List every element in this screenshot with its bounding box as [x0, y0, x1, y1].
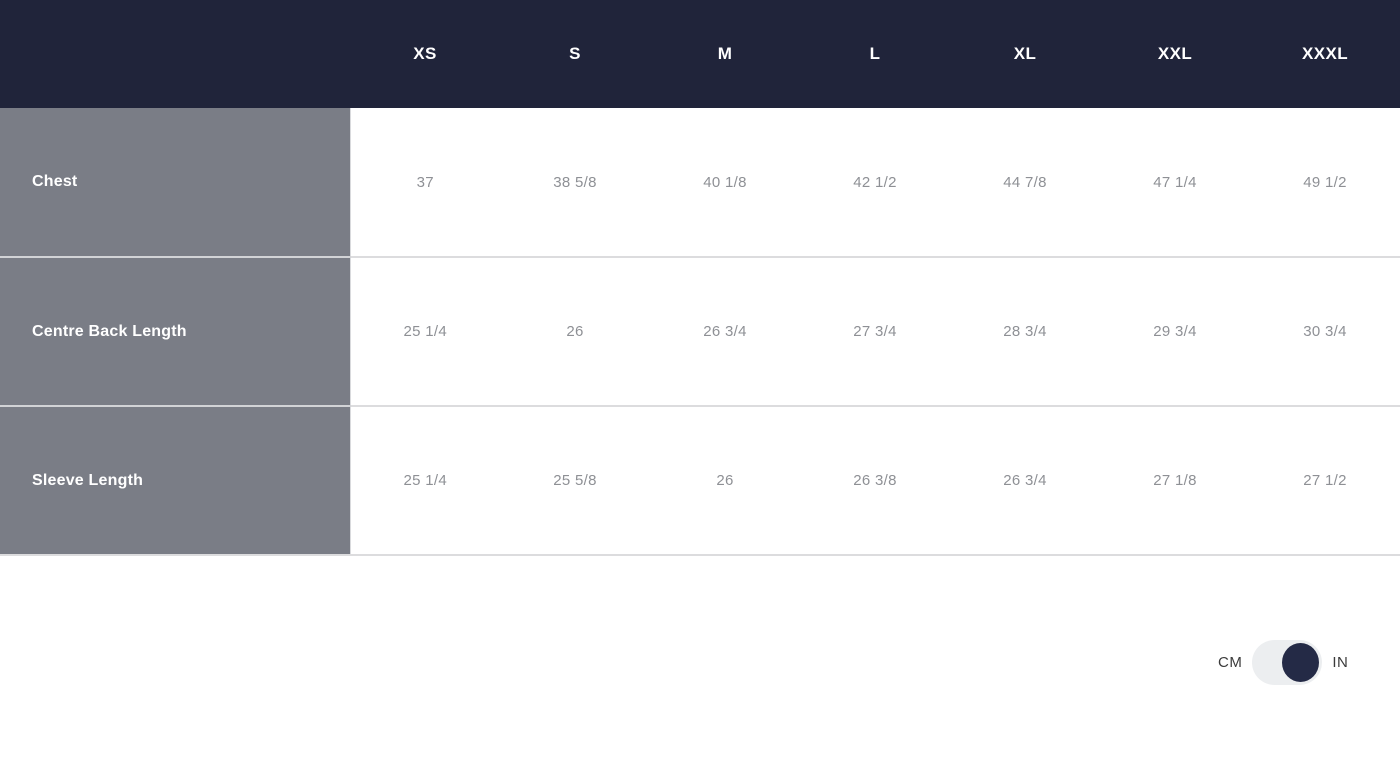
cell-chest-xl: 44 7/8 — [950, 108, 1100, 258]
column-header-xxl: XXL — [1157, 44, 1193, 63]
size-chart-table: XS S M L XL XXL XXXL Chest 37 38 5/8 40 … — [0, 0, 1400, 556]
column-header-s: S — [569, 44, 581, 63]
cell-chest-m: 40 1/8 — [650, 108, 800, 258]
cell-sleeve-length-s: 25 5/8 — [500, 406, 650, 556]
unit-toggle-label-in[interactable]: IN — [1332, 655, 1348, 670]
row-label-sleeve-length: Sleeve Length — [0, 406, 351, 556]
cell-chest-l: 42 1/2 — [800, 108, 950, 258]
cell-centre-back-length-xl: 28 3/4 — [950, 257, 1100, 407]
size-chart: XS S M L XL XXL XXXL Chest 37 38 5/8 40 … — [0, 0, 1400, 685]
row-label-chest: Chest — [0, 108, 351, 258]
cell-centre-back-length-m: 26 3/4 — [650, 257, 800, 407]
column-header-l: L — [869, 44, 881, 63]
cell-chest-s: 38 5/8 — [500, 108, 650, 258]
column-header-xl: XL — [1013, 44, 1037, 63]
column-header-xxxl: XXXL — [1301, 44, 1348, 63]
cell-centre-back-length-s: 26 — [500, 257, 650, 407]
cell-sleeve-length-xs: 25 1/4 — [349, 406, 500, 556]
cell-centre-back-length-xxl: 29 3/4 — [1100, 257, 1250, 407]
row-label-centre-back-length: Centre Back Length — [0, 257, 351, 407]
cell-sleeve-length-xxl: 27 1/8 — [1100, 406, 1250, 556]
cell-chest-xs: 37 — [349, 108, 500, 258]
table-row: Chest 37 38 5/8 40 1/8 42 1/2 44 7/8 47 … — [0, 108, 1400, 258]
cell-sleeve-length-m: 26 — [650, 406, 800, 556]
cell-chest-xxxl: 49 1/2 — [1250, 108, 1400, 258]
unit-toggle-switch[interactable] — [1252, 640, 1323, 685]
cell-centre-back-length-xxxl: 30 3/4 — [1250, 257, 1400, 407]
header-corner-cell — [0, 0, 350, 108]
header-row: XS S M L XL XXL XXXL — [0, 0, 1400, 108]
unit-toggle-knob[interactable] — [1282, 643, 1320, 682]
cell-centre-back-length-xs: 25 1/4 — [349, 257, 500, 407]
cell-chest-xxl: 47 1/4 — [1100, 108, 1250, 258]
table-header: XS S M L XL XXL XXXL — [0, 0, 1400, 108]
unit-toggle[interactable]: CM IN — [1218, 640, 1348, 685]
column-header-m: M — [717, 44, 733, 63]
table-body: Chest 37 38 5/8 40 1/8 42 1/2 44 7/8 47 … — [0, 108, 1400, 556]
column-header-xs: XS — [413, 44, 437, 63]
cell-centre-back-length-l: 27 3/4 — [800, 257, 950, 407]
cell-sleeve-length-xl: 26 3/4 — [950, 406, 1100, 556]
unit-toggle-label-cm[interactable]: CM — [1218, 655, 1242, 670]
table-row: Sleeve Length 25 1/4 25 5/8 26 26 3/8 26… — [0, 406, 1400, 556]
cell-sleeve-length-xxxl: 27 1/2 — [1250, 406, 1400, 556]
cell-sleeve-length-l: 26 3/8 — [800, 406, 950, 556]
table-row: Centre Back Length 25 1/4 26 26 3/4 27 3… — [0, 257, 1400, 407]
